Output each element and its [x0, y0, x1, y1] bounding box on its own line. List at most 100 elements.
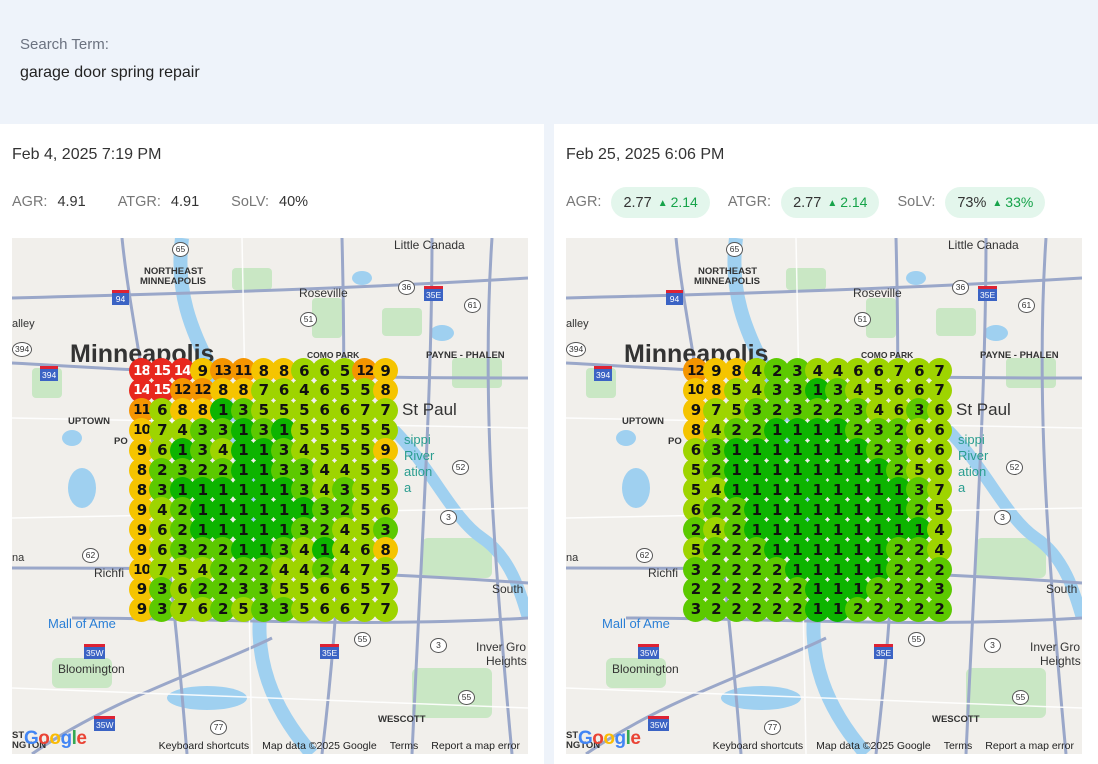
- road-shield-icon: 51: [300, 312, 317, 327]
- road-shield-icon: 52: [452, 460, 469, 475]
- atgr-delta: ▲ 2.14: [827, 193, 868, 210]
- road-shield-icon: 394: [566, 342, 587, 357]
- solv-label: SoLV:: [897, 194, 936, 210]
- map-footer-link[interactable]: Map data ©2025 Google: [816, 740, 931, 752]
- map-place-label: UPTOWN: [622, 416, 665, 427]
- agr-delta: ▲ 2.14: [657, 193, 698, 210]
- google-logo: Google: [578, 728, 641, 749]
- map-place-label: Heights: [486, 654, 527, 668]
- map-footer-link[interactable]: Report a map error: [431, 740, 520, 752]
- arrow-up-icon: ▲: [827, 197, 838, 209]
- map-place-label: na: [566, 552, 579, 564]
- map-place-label: COMO PARK: [307, 350, 360, 360]
- road-shield-icon: 51: [854, 312, 871, 327]
- map-footer-link[interactable]: Terms: [944, 740, 973, 752]
- road-shield-icon: 55: [354, 632, 371, 647]
- map-place-label: WESCOTT: [378, 714, 426, 725]
- road-shield-icon: 35E: [978, 286, 998, 301]
- map-footer-link[interactable]: Keyboard shortcuts: [713, 740, 803, 752]
- map-place-label: sippi: [958, 432, 985, 447]
- map-place-label: ation: [404, 464, 433, 479]
- metrics-row: AGR: 4.91 ATGR: 4.91 SoLV: 40%: [12, 186, 340, 218]
- solv-value: 40%: [279, 194, 309, 210]
- search-header: Search Term: garage door spring repair: [0, 0, 1098, 124]
- road-shield-icon: 36: [952, 280, 969, 295]
- map-place-label: alley: [12, 318, 35, 330]
- agr-value: 2.77: [623, 194, 652, 211]
- map-place-label: Richfi: [648, 566, 679, 580]
- map-footer: Keyboard shortcuts Map data ©2025 Google T…: [159, 740, 520, 752]
- map-place-label: MINNEAPOLIS: [694, 276, 760, 287]
- agr-label: AGR:: [12, 194, 48, 210]
- atgr-label: ATGR:: [117, 194, 161, 210]
- map-place-label: Roseville: [853, 286, 902, 300]
- road-shield-icon: 35W: [648, 716, 670, 731]
- road-shield-icon: 62: [636, 548, 653, 563]
- map-place-label: MINNEAPOLIS: [140, 276, 206, 287]
- map-place-label: South: [492, 582, 524, 596]
- atgr-value: 4.91: [170, 194, 200, 210]
- road-shield-icon: 55: [1012, 690, 1029, 705]
- road-shield-icon: 65: [726, 242, 743, 257]
- road-shield-icon: 55: [908, 632, 925, 647]
- map-place-label: Heights: [1040, 654, 1081, 668]
- map-place-label: ation: [958, 464, 987, 479]
- road-shield-icon: 3: [430, 638, 447, 653]
- road-shield-icon: 94: [112, 290, 129, 305]
- map-place-label: WESCOTT: [932, 714, 980, 725]
- rank-grid-map[interactable]: Little Canada NORTHEAST MINNEAPOLIS Rosevil…: [566, 238, 1082, 754]
- road-shield-icon: 62: [82, 548, 99, 563]
- map-footer-link[interactable]: Map data ©2025 Google: [262, 740, 377, 752]
- map-place-label: Mall of Ame: [48, 616, 116, 631]
- map-place-label: a: [958, 480, 966, 495]
- solv-label: SoLV:: [231, 194, 270, 210]
- map-place-label: PO: [668, 436, 682, 447]
- road-shield-icon: 35E: [424, 286, 444, 301]
- map-place-label: alley: [566, 318, 589, 330]
- rank-grid-map[interactable]: Little Canada NORTHEAST MINNEAPOLIS Rosevil…: [12, 238, 528, 754]
- arrow-up-icon: ▲: [992, 197, 1003, 209]
- map-place-label: Little Canada: [394, 238, 465, 252]
- map-place-label: sippi: [404, 432, 431, 447]
- map-place-label: a: [404, 480, 412, 495]
- road-shield-icon: 3: [440, 510, 457, 525]
- road-shield-icon: 3: [994, 510, 1011, 525]
- road-shield-icon: 35E: [874, 644, 894, 659]
- map-place-label: UPTOWN: [68, 416, 111, 427]
- road-shield-icon: 61: [1018, 298, 1035, 313]
- map-place-label: St Paul: [402, 400, 457, 419]
- road-shield-icon: 52: [1006, 460, 1023, 475]
- search-term-value: garage door spring repair: [20, 64, 200, 81]
- agr-label: AGR:: [566, 194, 602, 210]
- scan-date: Feb 4, 2025 7:19 PM: [12, 146, 162, 163]
- rank-cell[interactable]: 2: [926, 596, 952, 622]
- road-shield-icon: 61: [464, 298, 481, 313]
- map-place-label: Mall of Ame: [602, 616, 670, 631]
- road-shield-icon: 65: [172, 242, 189, 257]
- google-logo: Google: [24, 728, 87, 749]
- map-place-label: Bloomington: [612, 662, 679, 676]
- map-place-label: South: [1046, 582, 1078, 596]
- solv-delta: ▲ 33%: [992, 193, 1034, 210]
- road-shield-icon: 77: [764, 720, 781, 735]
- map-footer-link[interactable]: Terms: [390, 740, 419, 752]
- road-shield-icon: 35E: [320, 644, 340, 659]
- metrics-row: AGR: 2.77 ▲ 2.14 ATGR: 2.77 ▲ 2.14 SoLV: 73%…: [566, 186, 1063, 218]
- map-footer-link[interactable]: Keyboard shortcuts: [159, 740, 249, 752]
- map-place-label: PAYNE - PHALEN: [980, 350, 1059, 361]
- road-shield-icon: 35W: [94, 716, 116, 731]
- map-footer-link[interactable]: Report a map error: [985, 740, 1074, 752]
- map-footer: Keyboard shortcuts Map data ©2025 Google T…: [713, 740, 1074, 752]
- map-place-label: River: [404, 448, 435, 463]
- rank-cell[interactable]: 7: [372, 596, 398, 622]
- scan-date: Feb 25, 2025 6:06 PM: [566, 146, 725, 163]
- road-shield-icon: 394: [594, 366, 613, 381]
- road-shield-icon: 3: [984, 638, 1001, 653]
- map-place-label: Inver Gro: [476, 640, 527, 654]
- map-place-label: Bloomington: [58, 662, 125, 676]
- road-shield-icon: 394: [40, 366, 59, 381]
- atgr-label: ATGR:: [727, 194, 772, 210]
- map-place-label: Richfi: [94, 566, 125, 580]
- map-place-label: COMO PARK: [861, 350, 914, 360]
- road-shield-icon: 35W: [84, 644, 106, 659]
